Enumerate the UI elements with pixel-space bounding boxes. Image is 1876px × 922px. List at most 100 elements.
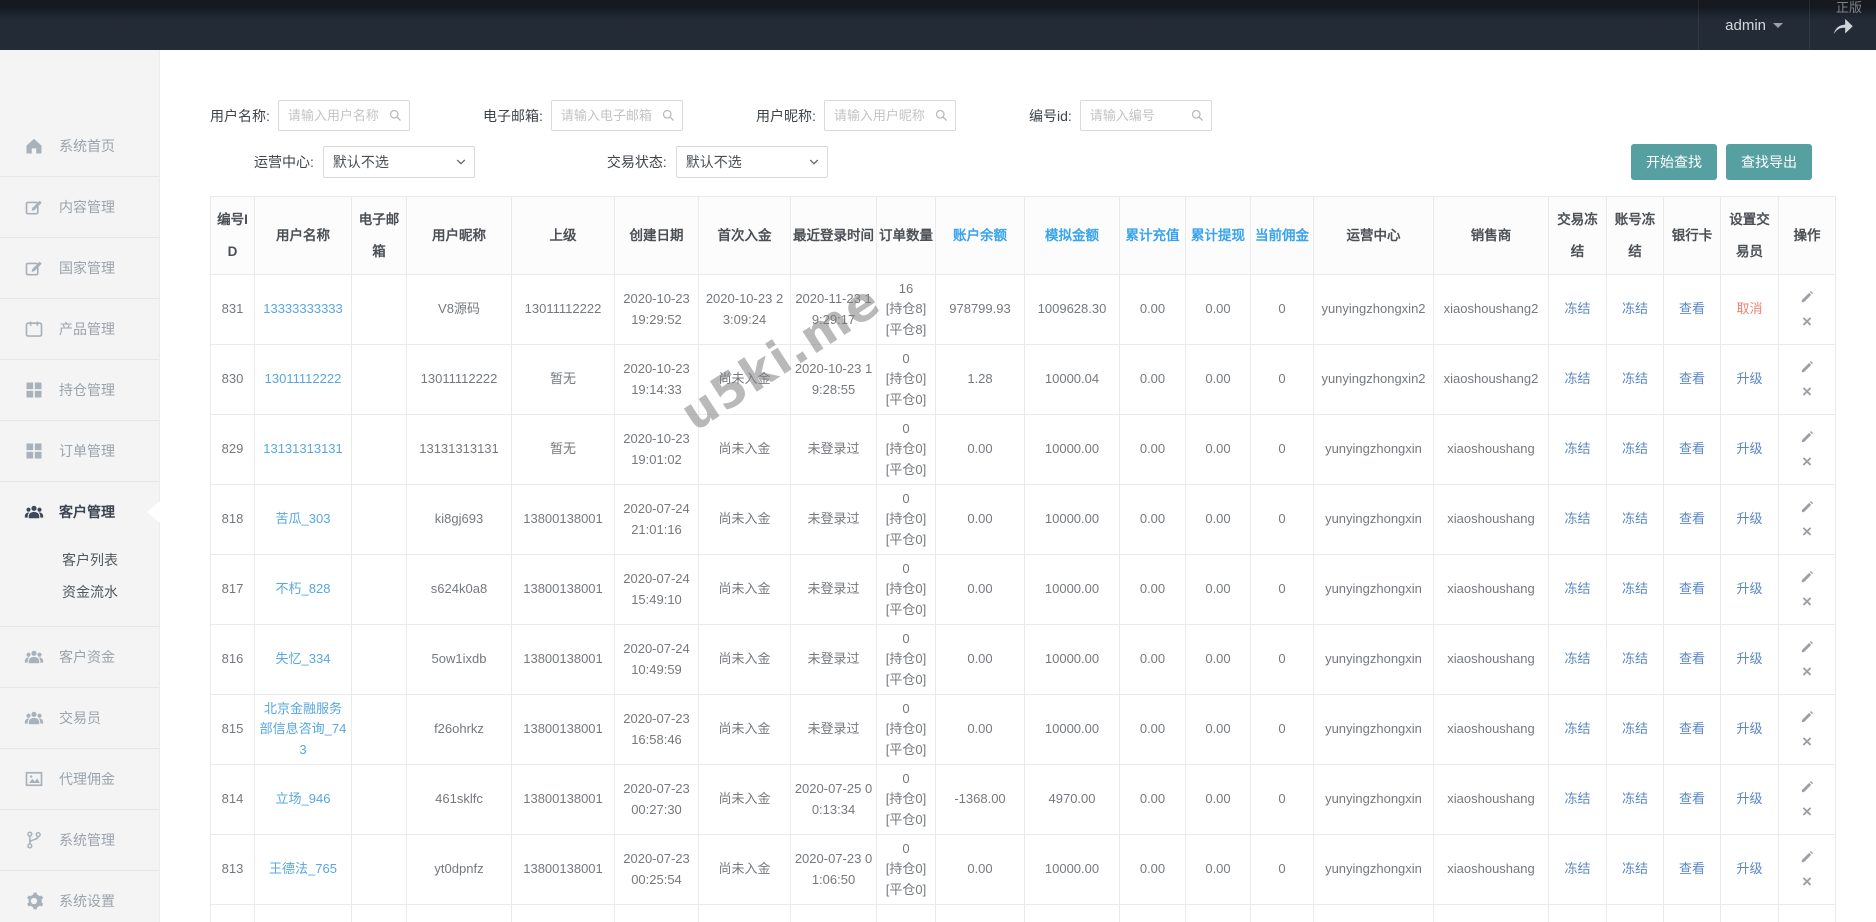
edit-row-button[interactable]: [1800, 849, 1815, 870]
trade-freeze-link[interactable]: 冻结: [1564, 791, 1590, 806]
trade-freeze-link[interactable]: 冻结: [1564, 301, 1590, 316]
delete-row-button[interactable]: ×: [1802, 383, 1812, 400]
delete-row-button[interactable]: ×: [1802, 733, 1812, 750]
set-trader-link[interactable]: 升级: [1736, 861, 1762, 876]
bank-card-link[interactable]: 查看: [1679, 791, 1705, 806]
account-balance: 0.00: [935, 624, 1025, 695]
username-link[interactable]: 13333333333: [263, 301, 343, 316]
edit-row-button[interactable]: [1800, 499, 1815, 520]
delete-row-button[interactable]: ×: [1802, 523, 1812, 540]
account-freeze-link[interactable]: 冻结: [1622, 511, 1648, 526]
username-link[interactable]: 王德法_765: [269, 861, 337, 876]
set-trader-link[interactable]: 升级: [1736, 371, 1762, 386]
trade-freeze-link[interactable]: 冻结: [1564, 441, 1590, 456]
trade-freeze-link[interactable]: 冻结: [1564, 371, 1590, 386]
sidebar-item[interactable]: 客户管理: [0, 482, 160, 542]
bank-card-link[interactable]: 查看: [1679, 651, 1705, 666]
sidebar-item[interactable]: 系统首页: [0, 116, 159, 176]
sidebar-item[interactable]: 代理佣金: [0, 749, 159, 809]
set-trader-link[interactable]: 升级: [1736, 721, 1762, 736]
trade-freeze-link[interactable]: 冻结: [1564, 511, 1590, 526]
username-link[interactable]: 不朽_828: [276, 581, 331, 596]
delete-row-button[interactable]: ×: [1802, 663, 1812, 680]
start-search-button[interactable]: 开始查找: [1631, 144, 1717, 180]
bank-card-link[interactable]: 查看: [1679, 581, 1705, 596]
set-trader-link[interactable]: 升级: [1736, 651, 1762, 666]
trade-status-select[interactable]: 默认不选: [675, 146, 828, 178]
sidebar-item[interactable]: 内容管理: [0, 177, 159, 237]
account-freeze-link[interactable]: 冻结: [1622, 581, 1648, 596]
sidebar-item[interactable]: 系统设置: [0, 871, 159, 922]
current-commission: 0: [1250, 834, 1314, 905]
username-link[interactable]: 13131313131: [263, 441, 343, 456]
op-center-select[interactable]: 默认不选: [322, 146, 475, 178]
account-balance: 978799.93: [935, 274, 1025, 345]
account-freeze-link[interactable]: 冻结: [1622, 441, 1648, 456]
set-trader-link[interactable]: 升级: [1736, 791, 1762, 806]
bank-card-link[interactable]: 查看: [1679, 371, 1705, 386]
edit-row-button[interactable]: [1800, 289, 1815, 310]
bank-card-link[interactable]: 查看: [1679, 441, 1705, 456]
column-header: 电子邮箱: [351, 196, 407, 275]
username-link[interactable]: 苦瓜_303: [276, 511, 331, 526]
username-link[interactable]: 立场_946: [276, 791, 331, 806]
id-search-input[interactable]: [1079, 100, 1212, 131]
bank-card-link[interactable]: 查看: [1679, 721, 1705, 736]
username-link[interactable]: 北京金融服务部信息咨询_743: [260, 701, 347, 756]
select-label: 交易状态:: [606, 154, 667, 170]
set-trader-link[interactable]: 取消: [1736, 301, 1762, 316]
delete-row-button[interactable]: ×: [1802, 803, 1812, 820]
bank-card-link[interactable]: 查看: [1679, 511, 1705, 526]
username-link: 13011112222: [254, 344, 352, 415]
trade-freeze-link: 冻结: [1548, 624, 1607, 695]
nickname: yt0dpnfz: [406, 834, 512, 905]
set-trader-link[interactable]: 升级: [1736, 581, 1762, 596]
trade-freeze-link[interactable]: 冻结: [1564, 581, 1590, 596]
delete-row-button[interactable]: ×: [1802, 453, 1812, 470]
username-link[interactable]: 失忆_334: [276, 651, 331, 666]
sidebar-subitem[interactable]: 客户列表: [0, 544, 159, 576]
set-trader-link[interactable]: 升级: [1736, 511, 1762, 526]
sidebar-item[interactable]: 产品管理: [0, 299, 159, 359]
account-freeze-link[interactable]: 冻结: [1622, 371, 1648, 386]
created-date: 2020-10-23 19:29:52: [614, 274, 699, 345]
order-close: [平仓0]: [885, 741, 927, 757]
account-freeze-link[interactable]: 冻结: [1622, 791, 1648, 806]
username-search-input[interactable]: [277, 100, 410, 131]
sidebar-item[interactable]: 订单管理: [0, 421, 159, 481]
user-menu-dropdown[interactable]: admin: [1698, 0, 1809, 50]
sidebar-item[interactable]: 持仓管理: [0, 360, 159, 420]
edit-row-button[interactable]: [1800, 429, 1815, 450]
bank-card-link[interactable]: 查看: [1679, 861, 1705, 876]
sidebar-item[interactable]: 客户资金: [0, 627, 159, 687]
sidebar-item[interactable]: 国家管理: [0, 238, 159, 298]
edit-row-button[interactable]: [1800, 359, 1815, 380]
account-freeze-link[interactable]: 冻结: [1622, 301, 1648, 316]
sidebar-subitem[interactable]: 资金流水: [0, 576, 159, 608]
edit-row-button[interactable]: [1800, 569, 1815, 590]
edit-row-button[interactable]: [1800, 709, 1815, 730]
total-withdraw: 0.00: [1185, 624, 1251, 695]
operation-center: yunyingzhongxin: [1313, 624, 1434, 695]
username-link[interactable]: 13011112222: [265, 371, 342, 386]
account-freeze-link[interactable]: 冻结: [1622, 861, 1648, 876]
account-freeze-link[interactable]: 冻结: [1622, 651, 1648, 666]
search-box: [550, 100, 683, 131]
nickname-search-input[interactable]: [823, 100, 956, 131]
search-export-button[interactable]: 查找导出: [1726, 144, 1812, 180]
account-freeze-link[interactable]: 冻结: [1622, 721, 1648, 736]
trade-freeze-link[interactable]: 冻结: [1564, 861, 1590, 876]
total-recharge: 0.00: [1119, 764, 1186, 835]
set-trader-link[interactable]: 升级: [1736, 441, 1762, 456]
trade-freeze-link[interactable]: 冻结: [1564, 721, 1590, 736]
edit-row-button[interactable]: [1800, 639, 1815, 660]
edit-row-button[interactable]: [1800, 779, 1815, 800]
delete-row-button[interactable]: ×: [1802, 873, 1812, 890]
sidebar-item[interactable]: 交易员: [0, 688, 159, 748]
sidebar-item[interactable]: 系统管理: [0, 810, 159, 870]
email-search-input[interactable]: [550, 100, 683, 131]
delete-row-button[interactable]: ×: [1802, 593, 1812, 610]
delete-row-button[interactable]: ×: [1802, 313, 1812, 330]
trade-freeze-link[interactable]: 冻结: [1564, 651, 1590, 666]
bank-card-link[interactable]: 查看: [1679, 301, 1705, 316]
